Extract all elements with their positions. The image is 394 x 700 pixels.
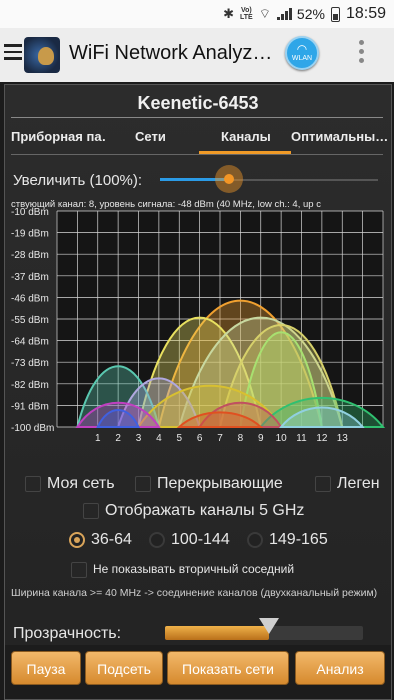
no-secondary-label: Не показывать вторичный соседний (93, 562, 295, 577)
divider (11, 154, 383, 155)
divider (11, 117, 383, 118)
radio-button[interactable] (149, 531, 165, 548)
overlapping-label: Перекрывающие (157, 475, 283, 492)
band-label: 36-64 (91, 531, 132, 548)
menu-icon[interactable] (4, 44, 22, 64)
status-bar: ✱ Vo) LTE ⌔ 52% 18:59 (0, 0, 394, 28)
checkbox[interactable] (71, 562, 87, 578)
legend-label: Леген (337, 475, 380, 492)
wlan-label: WLAN (291, 55, 313, 62)
y-tick-label: -28 dBm (11, 250, 49, 261)
show-5ghz-label: Отображать каналы 5 GHz (105, 502, 305, 519)
checkbox[interactable] (315, 475, 331, 492)
x-tick-label: 5 (176, 433, 182, 444)
tab-dashboard[interactable]: Приборная па… (11, 129, 107, 144)
wifi-icon: ◠ (296, 42, 308, 56)
main-panel: Keenetic-6453 Приборная па… Сети Каналы … (4, 84, 392, 700)
y-tick-label: -91 dBm (11, 401, 49, 412)
x-tick-label: 6 (197, 433, 203, 444)
bottom-button-bar: Пауза Подсеть Показать сети Анализ (5, 645, 391, 699)
y-tick-label: -55 dBm (11, 315, 49, 326)
radio-button[interactable] (69, 531, 85, 548)
overlapping-checkbox[interactable]: Перекрывающие (135, 475, 283, 493)
network-name: Keenetic-6453 (137, 93, 259, 113)
x-tick-label: 2 (115, 433, 121, 444)
no-secondary-checkbox[interactable]: Не показывать вторичный соседний (71, 562, 294, 578)
band-radio-149-165[interactable]: 149-165 (247, 531, 328, 549)
y-tick-label: -10 dBm (11, 207, 49, 218)
band-radio-100-144[interactable]: 100-144 (149, 531, 230, 549)
x-tick-label: 8 (238, 433, 244, 444)
transparency-slider-fill (165, 626, 269, 640)
battery-percent: 52% (296, 6, 325, 22)
app-bar: WiFi Network Analyz… ◠ WLAN (0, 28, 394, 82)
y-tick-label: -73 dBm (11, 358, 49, 369)
my-network-checkbox[interactable]: Моя сеть (25, 475, 115, 493)
volte-icon: Vo) LTE (239, 7, 253, 21)
wlan-button[interactable]: ◠ WLAN (285, 36, 319, 70)
band-radio-36-64[interactable]: 36-64 (69, 531, 132, 549)
x-tick-label: 4 (156, 433, 162, 444)
clock: 18:59 (345, 5, 386, 22)
transparency-slider-thumb[interactable] (259, 618, 279, 634)
x-tick-label: 13 (337, 433, 349, 444)
x-tick-label: 3 (136, 433, 142, 444)
y-tick-label: -64 dBm (11, 337, 49, 348)
zoom-label: Увеличить (100%): (13, 172, 143, 189)
channel-graph: ствующий канал: 8, уровень сигнала: -48 … (11, 199, 386, 444)
checkbox[interactable] (83, 502, 99, 519)
show-5ghz-checkbox[interactable]: Отображать каналы 5 GHz (83, 502, 304, 520)
subnet-button[interactable]: Подсеть (85, 651, 163, 685)
x-tick-label: 1 (95, 433, 101, 444)
battery-icon (330, 6, 340, 22)
wifi-status-icon: ⌔ (258, 6, 271, 21)
checkbox[interactable] (135, 475, 151, 492)
y-tick-label: -19 dBm (11, 229, 49, 240)
legend-checkbox[interactable]: Леген (315, 475, 389, 493)
radio-button[interactable] (247, 531, 263, 548)
my-network-label: Моя сеть (47, 475, 115, 492)
x-tick-label: 7 (217, 433, 223, 444)
tab-bar: Приборная па… Сети Каналы Оптимальны… (5, 123, 391, 153)
transparency-label: Прозрачность: (13, 625, 122, 642)
y-tick-label: -46 dBm (11, 293, 49, 304)
tab-networks[interactable]: Сети (135, 129, 166, 144)
app-logo (24, 37, 60, 73)
tab-channels[interactable]: Каналы (221, 129, 271, 144)
app-title: WiFi Network Analyz… (69, 42, 273, 64)
signal-icon (276, 8, 292, 20)
y-tick-label: -100 dBm (11, 423, 54, 434)
overflow-menu-icon[interactable] (358, 40, 366, 67)
zoom-slider-thumb[interactable] (215, 165, 243, 193)
analysis-button[interactable]: Анализ (295, 651, 385, 685)
x-tick-label: 11 (296, 433, 307, 444)
channel-width-note: Ширина канала >= 40 MHz -> соединение ка… (11, 587, 378, 599)
x-tick-label: 10 (276, 433, 288, 444)
graph-info-line: ствующий канал: 8, уровень сигнала: -48 … (11, 199, 321, 210)
checkbox[interactable] (25, 475, 41, 492)
y-tick-label: -82 dBm (11, 380, 49, 391)
x-tick-label: 9 (258, 433, 264, 444)
pause-button[interactable]: Пауза (11, 651, 81, 685)
show-networks-button[interactable]: Показать сети (167, 651, 289, 685)
bluetooth-icon: ✱ (223, 6, 234, 21)
tab-optimal[interactable]: Оптимальны… (291, 129, 387, 144)
x-tick-label: 12 (316, 433, 328, 444)
band-label: 149-165 (269, 531, 328, 548)
band-label: 100-144 (171, 531, 230, 548)
y-tick-label: -37 dBm (11, 272, 49, 283)
